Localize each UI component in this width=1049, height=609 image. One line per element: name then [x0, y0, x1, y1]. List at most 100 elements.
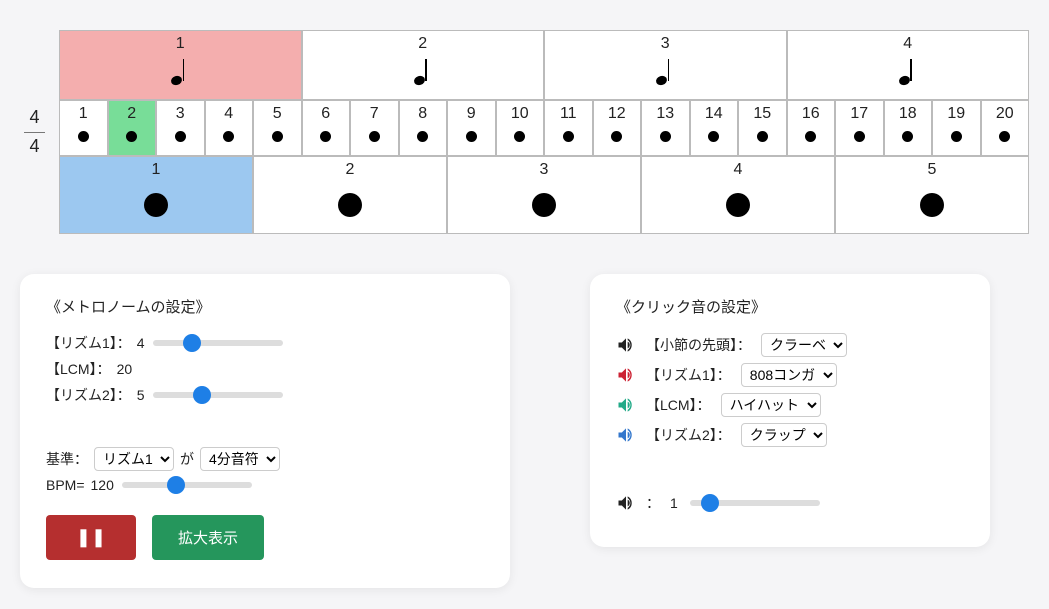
beat-number: 2 [418, 35, 427, 53]
beat-cell[interactable]: 16 [787, 100, 836, 156]
beat-cell[interactable]: 12 [593, 100, 642, 156]
beat-number: 15 [753, 105, 771, 123]
beat-dot-icon [920, 193, 944, 217]
beat-dot-icon [223, 131, 234, 142]
beat-number: 4 [224, 105, 233, 123]
beat-cell[interactable]: 1 [59, 156, 253, 234]
beat-number: 5 [928, 161, 937, 179]
base-select[interactable]: リズム1 [94, 447, 174, 471]
grid-column: 1234 1234567891011121314151617181920 123… [59, 30, 1029, 234]
beat-number: 1 [152, 161, 161, 179]
beat-number: 2 [127, 105, 136, 123]
beat-cell[interactable]: 4 [641, 156, 835, 234]
expand-button[interactable]: 拡大表示 [152, 515, 264, 560]
bpm-value: 120 [91, 477, 114, 493]
pause-button[interactable]: ❚❚ [46, 515, 136, 560]
beat-number: 3 [540, 161, 549, 179]
sound-row: 【リズム2】：クラップ [616, 423, 964, 447]
beat-number: 10 [511, 105, 529, 123]
beat-cell[interactable]: 2 [302, 30, 545, 100]
beat-dot-icon [144, 193, 168, 217]
beat-cell[interactable]: 20 [981, 100, 1030, 156]
beat-cell[interactable]: 2 [253, 156, 447, 234]
beat-number: 9 [467, 105, 476, 123]
beat-cell[interactable]: 15 [738, 100, 787, 156]
beat-row-2: 1234567891011121314151617181920 [59, 100, 1029, 156]
beat-cell[interactable]: 11 [544, 100, 593, 156]
beat-number: 17 [850, 105, 868, 123]
speaker-icon[interactable] [616, 395, 636, 415]
note-select[interactable]: 4分音符 [200, 447, 280, 471]
time-signature: 4 4 [20, 107, 49, 157]
quarter-note-icon [660, 59, 670, 85]
volume-prefix: ： [646, 493, 660, 513]
beat-number: 1 [176, 35, 185, 53]
beat-cell[interactable]: 10 [496, 100, 545, 156]
beat-number: 16 [802, 105, 820, 123]
beat-dot-icon [417, 131, 428, 142]
lcm-value: 20 [117, 361, 133, 377]
volume-icon [616, 493, 636, 513]
beat-row-1: 1 2 3 4 [59, 30, 1029, 100]
sound-select[interactable]: クラップ [741, 423, 827, 447]
speaker-icon[interactable] [616, 335, 636, 355]
sound-select[interactable]: 808コンガ [741, 363, 837, 387]
beat-cell[interactable]: 6 [302, 100, 351, 156]
beat-cell[interactable]: 4 [205, 100, 254, 156]
beat-number: 11 [560, 105, 577, 123]
rhythm2-label: 【リズム2】： [46, 385, 131, 405]
beat-number: 3 [661, 35, 670, 53]
beat-cell[interactable]: 3 [447, 156, 641, 234]
beat-cell[interactable]: 5 [835, 156, 1029, 234]
sound-row: 【小節の先頭】：クラーベ [616, 333, 964, 357]
volume-slider[interactable] [690, 500, 820, 506]
rhythm1-slider[interactable] [153, 340, 283, 346]
beat-cell[interactable]: 18 [884, 100, 933, 156]
beat-cell[interactable]: 1 [59, 100, 108, 156]
beat-number: 4 [734, 161, 743, 179]
beat-cell[interactable]: 19 [932, 100, 981, 156]
beat-dot-icon [466, 131, 477, 142]
volume-value: 1 [670, 495, 678, 511]
sound-select[interactable]: クラーベ [761, 333, 847, 357]
base-label: 基準： [46, 449, 88, 469]
beat-dot-icon [126, 131, 137, 142]
beat-dot-icon [951, 131, 962, 142]
beat-cell[interactable]: 3 [156, 100, 205, 156]
beat-cell[interactable]: 3 [544, 30, 787, 100]
sound-select[interactable]: ハイハット [721, 393, 821, 417]
beat-dot-icon [532, 193, 556, 217]
beat-cell[interactable]: 14 [690, 100, 739, 156]
rhythm2-slider[interactable] [153, 392, 283, 398]
beat-cell[interactable]: 13 [641, 100, 690, 156]
bpm-slider[interactable] [122, 482, 252, 488]
beat-dot-icon [272, 131, 283, 142]
beat-cell[interactable]: 2 [108, 100, 157, 156]
beat-cell[interactable]: 9 [447, 100, 496, 156]
beat-dot-icon [514, 131, 525, 142]
beat-dot-icon [320, 131, 331, 142]
beat-dot-icon [726, 193, 750, 217]
beat-dot-icon [338, 193, 362, 217]
rhythm1-value: 4 [137, 335, 145, 351]
speaker-icon[interactable] [616, 365, 636, 385]
quarter-note-icon [175, 59, 185, 85]
speaker-icon[interactable] [616, 425, 636, 445]
sound-title: 《クリック音の設定》 [616, 296, 964, 317]
beat-number: 2 [346, 161, 355, 179]
ga-label: が [180, 449, 194, 469]
beat-cell[interactable]: 1 [59, 30, 302, 100]
beat-cell[interactable]: 4 [787, 30, 1030, 100]
beat-cell[interactable]: 17 [835, 100, 884, 156]
metronome-settings-panel: 《メトロノームの設定》 【リズム1】： 4 【LCM】： 20 【リズム2】： … [20, 274, 510, 588]
sound-label: 【LCM】： [646, 395, 711, 415]
beat-cell[interactable]: 7 [350, 100, 399, 156]
rhythm1-label: 【リズム1】： [46, 333, 131, 353]
beat-cell[interactable]: 5 [253, 100, 302, 156]
sound-row: 【LCM】： ハイハット [616, 393, 964, 417]
beat-number: 8 [418, 105, 427, 123]
beat-dot-icon [805, 131, 816, 142]
beat-cell[interactable]: 8 [399, 100, 448, 156]
beat-dot-icon [369, 131, 380, 142]
beat-dot-icon [902, 131, 913, 142]
